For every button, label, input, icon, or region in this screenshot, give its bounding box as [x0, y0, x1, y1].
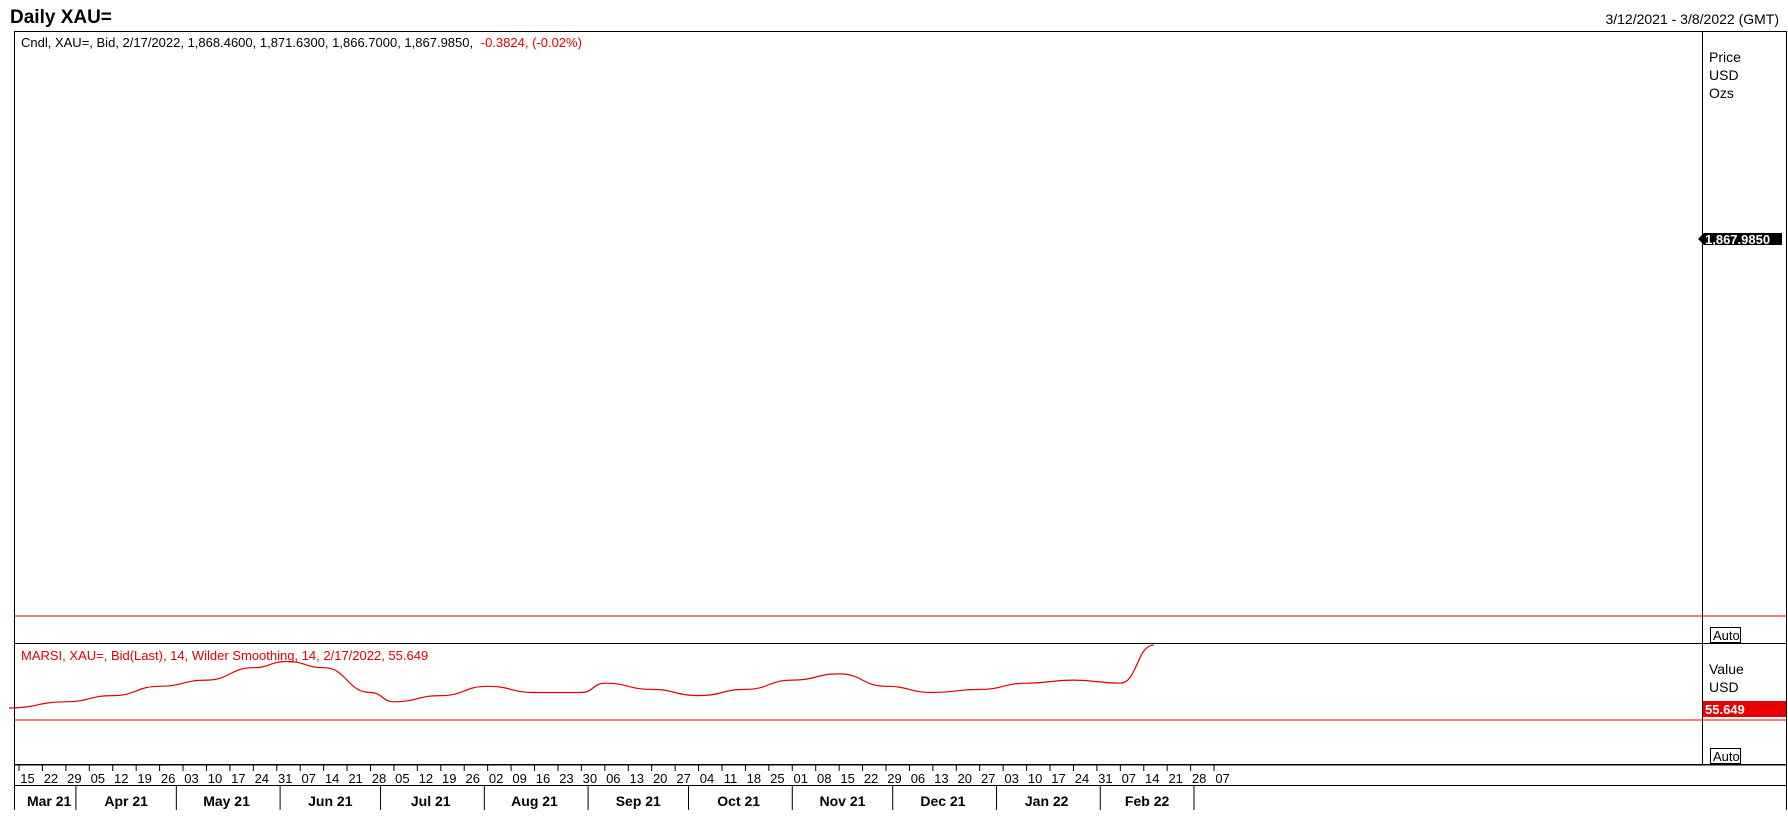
x-day-label: 23: [559, 771, 573, 786]
x-day-label: 17: [231, 771, 245, 786]
rsi-value-tag: 55.649: [1703, 701, 1786, 717]
x-day-label: 03: [1004, 771, 1018, 786]
x-day-label: 09: [512, 771, 526, 786]
x-day-label: 26: [161, 771, 175, 786]
x-month-label: Apr 21: [104, 793, 148, 809]
x-month-label: May 21: [203, 793, 250, 809]
x-day-label: 05: [395, 771, 409, 786]
last-price-tag: 1,867.9850: [1698, 232, 1782, 247]
x-month-label: Feb 22: [1125, 793, 1170, 809]
rsi-caption-line: Value: [1709, 661, 1744, 677]
x-day-label: 20: [653, 771, 667, 786]
price-caption-line: Ozs: [1709, 85, 1734, 101]
date-range: 3/12/2021 - 3/8/2022 (GMT): [1605, 11, 1779, 27]
x-day-label: 04: [700, 771, 714, 786]
x-day-label: 18: [747, 771, 761, 786]
x-day-label: 14: [325, 771, 339, 786]
x-day-label: 10: [208, 771, 222, 786]
price-legend-values: Cndl, XAU=, Bid, 2/17/2022, 1,868.4600, …: [21, 35, 473, 50]
x-day-label: 30: [583, 771, 597, 786]
x-month-label: Aug 21: [511, 793, 558, 809]
x-day-label: 07: [1215, 771, 1229, 786]
x-month-label: Jul 21: [411, 793, 451, 809]
price-auto-button[interactable]: Auto: [1710, 627, 1741, 644]
chart-title: Daily XAU=: [10, 7, 112, 28]
x-day-label: 22: [44, 771, 58, 786]
x-day-label: 22: [864, 771, 878, 786]
x-day-label: 19: [137, 771, 151, 786]
x-month-label: Oct 21: [717, 793, 760, 809]
x-month-label: Jun 21: [308, 793, 353, 809]
last-price-tag-label: 1,867.9850: [1705, 232, 1770, 247]
x-day-label: 28: [1192, 771, 1206, 786]
x-day-label: 05: [91, 771, 105, 786]
x-day-label: 26: [465, 771, 479, 786]
x-day-label: 21: [1168, 771, 1182, 786]
x-day-label: 17: [1051, 771, 1065, 786]
rsi-auto-label: Auto: [1713, 749, 1740, 764]
x-day-label: 31: [1098, 771, 1112, 786]
x-month-label: Nov 21: [820, 793, 866, 809]
x-day-label: 08: [817, 771, 831, 786]
price-caption-line: USD: [1709, 67, 1739, 83]
x-day-label: 12: [419, 771, 433, 786]
x-day-label: 29: [67, 771, 81, 786]
x-day-label: 27: [981, 771, 995, 786]
x-day-label: 07: [301, 771, 315, 786]
rsi-auto-button[interactable]: Auto: [1710, 748, 1741, 765]
x-day-label: 19: [442, 771, 456, 786]
x-day-label: 06: [911, 771, 925, 786]
price-auto-label: Auto: [1713, 628, 1740, 643]
x-day-label: 16: [536, 771, 550, 786]
x-day-label: 31: [278, 771, 292, 786]
x-day-label: 13: [934, 771, 948, 786]
x-day-label: 21: [348, 771, 362, 786]
rsi-value-tag-label: 55.649: [1705, 702, 1745, 717]
x-day-label: 25: [770, 771, 784, 786]
x-month-label: Jan 22: [1025, 793, 1069, 809]
x-day-label: 03: [184, 771, 198, 786]
x-day-label: 06: [606, 771, 620, 786]
x-day-label: 29: [887, 771, 901, 786]
x-day-label: 07: [1122, 771, 1136, 786]
x-day-label: 01: [794, 771, 808, 786]
x-day-label: 10: [1028, 771, 1042, 786]
x-month-label: Dec 21: [920, 793, 965, 809]
x-day-label: 13: [630, 771, 644, 786]
x-day-label: 14: [1145, 771, 1159, 786]
x-day-label: 12: [114, 771, 128, 786]
rsi-caption-line: USD: [1709, 679, 1739, 695]
x-month-label: Mar 21: [27, 793, 72, 809]
x-day-label: 24: [1075, 771, 1089, 786]
rsi-legend: MARSI, XAU=, Bid(Last), 14, Wilder Smoot…: [21, 648, 428, 663]
x-day-label: 27: [676, 771, 690, 786]
x-day-label: 02: [489, 771, 503, 786]
price-legend: Cndl, XAU=, Bid, 2/17/2022, 1,868.4600, …: [21, 35, 582, 50]
chart-canvas: Daily XAU= 3/12/2021 - 3/8/2022 (GMT) Cn…: [0, 0, 1788, 827]
x-day-label: 15: [840, 771, 854, 786]
x-month-label: Sep 21: [616, 793, 661, 809]
x-day-label: 20: [958, 771, 972, 786]
x-day-label: 28: [372, 771, 386, 786]
x-day-label: 15: [20, 771, 34, 786]
x-day-label: 11: [724, 771, 738, 786]
price-legend-change: -0.3824, (-0.02%): [481, 35, 582, 50]
x-day-label: 24: [255, 771, 269, 786]
price-caption-line: Price: [1709, 49, 1741, 65]
